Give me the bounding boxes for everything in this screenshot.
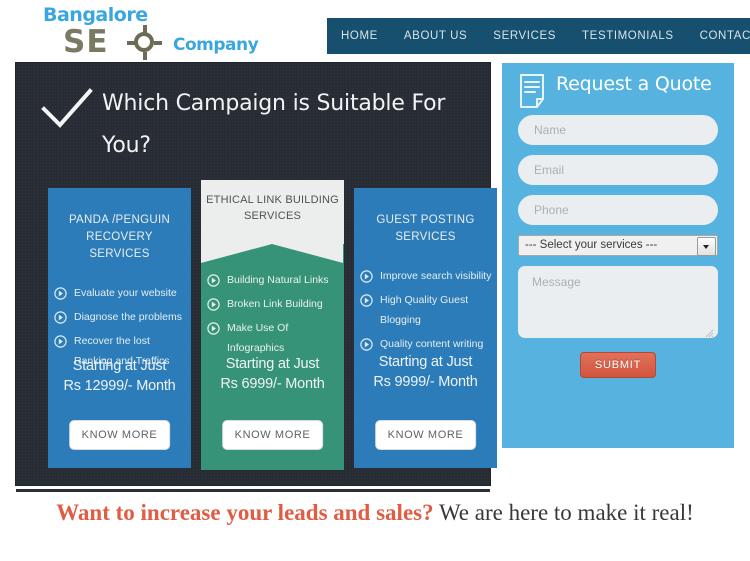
name-field[interactable] [518,115,718,145]
feature-text: Diagnose the problems [74,311,182,323]
site-header: Bangalore SE Company HOME ABOUT US SERVI… [0,0,750,62]
services-select-wrap: --- Select your services --- [518,235,718,256]
card-title: PANDA /PENGUIN RECOVERY SERVICES [68,214,171,260]
arrow-circle-icon [54,311,67,324]
feature-list: Building Natural Links Broken Link Build… [201,270,344,358]
email-field[interactable] [518,155,718,185]
quote-header: Request a Quote [502,63,734,115]
arrow-circle-icon [207,322,220,335]
list-item: Diagnose the problems [48,307,191,327]
document-quote-icon [519,73,549,109]
quote-panel-title: Request a Quote [556,73,712,95]
nav-item-about-us[interactable]: ABOUT US [391,30,480,42]
request-quote-panel: Request a Quote --- Select your services… [502,63,734,448]
list-item: Evaluate your website [48,283,191,303]
phone-field[interactable] [518,195,718,225]
feature-text: Broken Link Building [227,298,323,310]
divider [16,489,490,492]
list-item: Improve search visibility [354,266,497,286]
message-field[interactable] [518,266,718,338]
site-logo[interactable]: Bangalore SE Company [25,2,259,60]
footer-highlight: Want to increase your leads and sales? [56,500,434,525]
feature-text: Building Natural Links [227,274,329,286]
card-price: Starting at Just Rs 6999/- Month [201,354,344,394]
list-item: Make Use Of Infographics [201,318,344,358]
nav-item-home[interactable]: HOME [327,30,391,42]
list-item: High Quality Guest Blogging [354,290,497,330]
card-title: GUEST POSTING SERVICES [376,214,475,243]
feature-text: Improve search visibility [380,270,492,282]
know-more-button[interactable]: KNOW MORE [221,420,324,450]
price-line-1: Starting at Just [72,358,167,374]
list-item: Quality content writing [354,334,497,354]
know-more-button[interactable]: KNOW MORE [374,420,477,450]
price-line-2: Rs 6999/- Month [220,376,325,392]
list-item: Building Natural Links [201,270,344,290]
feature-list: Improve search visibility High Quality G… [354,266,497,354]
target-crosshair-icon [127,25,162,60]
chevron-down-icon[interactable] [697,237,716,256]
logo-company-text: Company [173,35,259,55]
message-wrap [518,266,718,338]
price-line-1: Starting at Just [378,354,473,370]
nav-item-contact-us[interactable]: CONTACT US [687,30,750,42]
price-line-2: Rs 9999/- Month [373,374,478,390]
submit-button[interactable]: SUBMIT [579,352,657,378]
logo-se-text: SE [63,24,109,60]
footer-rest: We are here to make it real! [433,500,694,525]
pricing-cards: PANDA /PENGUIN RECOVERY SERVICES Evaluat… [32,180,497,470]
arrow-circle-icon [54,335,67,348]
pricing-card-guest-posting[interactable]: GUEST POSTING SERVICES Improve search vi… [354,188,497,468]
page-title: Which Campaign is Suitable For You? [102,91,446,158]
feature-text: Quality content writing [380,338,484,350]
arrow-circle-icon [207,274,220,287]
feature-text: Evaluate your website [74,287,177,299]
page-root: Bangalore SE Company HOME ABOUT US SERVI… [0,0,750,561]
arrow-circle-icon [360,294,373,307]
arrow-circle-icon [54,287,67,300]
footer-tagline: Want to increase your leads and sales? W… [25,497,725,528]
logo-bangalore-text: Bangalore [43,4,148,26]
card-header-notch: ETHICAL LINK BUILDING SERVICES [201,180,344,263]
arrow-circle-icon [360,338,373,351]
feature-text: Make Use Of Infographics [227,322,289,354]
card-price: Starting at Just Rs 9999/- Month [354,352,497,392]
checkmark-icon [40,85,96,133]
price-line-2: Rs 12999/- Month [63,378,176,394]
card-price: Starting at Just Rs 12999/- Month [48,356,191,396]
main-navigation: HOME ABOUT US SERVICES TESTIMONIALS CONT… [327,18,750,54]
card-title: ETHICAL LINK BUILDING SERVICES [206,194,339,222]
arrow-circle-icon [360,270,373,283]
price-line-1: Starting at Just [225,356,320,372]
list-item: Broken Link Building [201,294,344,314]
services-select[interactable]: --- Select your services --- [518,235,718,256]
nav-item-services[interactable]: SERVICES [480,30,569,42]
pricing-card-panda-penguin[interactable]: PANDA /PENGUIN RECOVERY SERVICES Evaluat… [48,188,191,468]
feature-text: High Quality Guest Blogging [380,294,469,326]
nav-item-testimonials[interactable]: TESTIMONIALS [569,30,687,42]
know-more-button[interactable]: KNOW MORE [68,420,171,450]
hero-panel: Which Campaign is Suitable For You? PAND… [16,63,497,485]
arrow-circle-icon [207,298,220,311]
pricing-card-ethical-link-building[interactable]: ETHICAL LINK BUILDING SERVICES Building … [201,180,344,470]
